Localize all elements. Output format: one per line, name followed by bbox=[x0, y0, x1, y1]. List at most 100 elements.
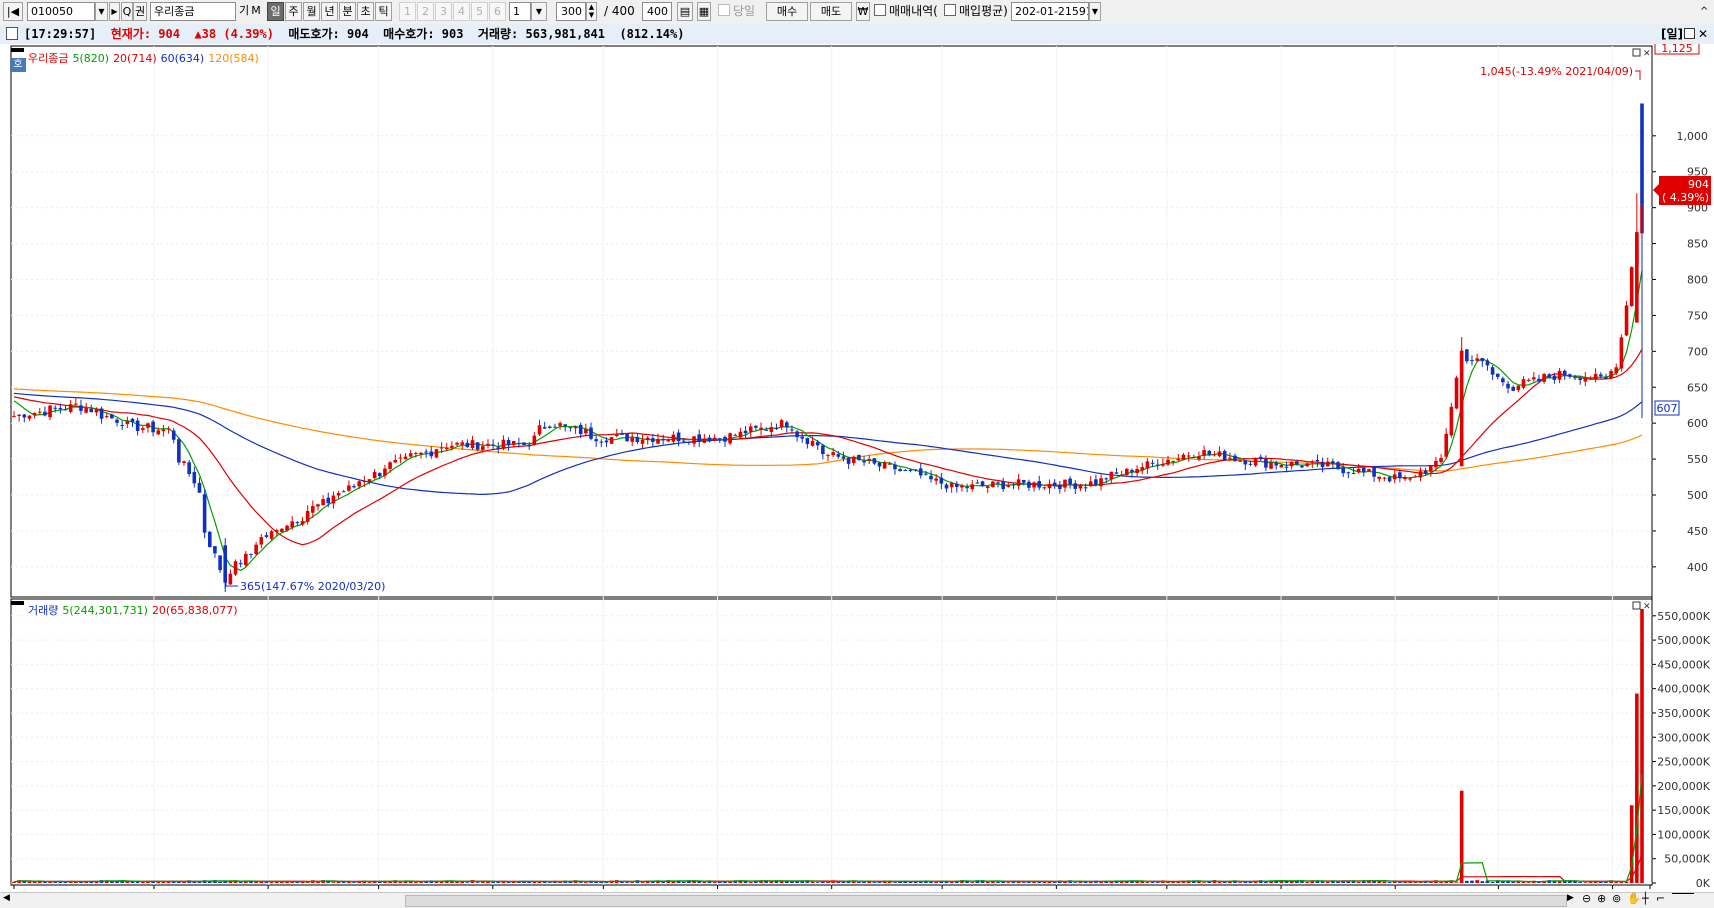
legend-item-0[interactable]: 우리종금 bbox=[28, 50, 68, 66]
m-button[interactable]: M bbox=[250, 2, 262, 21]
scroll-right-icon[interactable]: ▶ bbox=[1567, 893, 1574, 903]
close-icon[interactable]: ✕ bbox=[1698, 24, 1708, 44]
candle-body bbox=[779, 420, 784, 427]
next-arrow-icon[interactable]: ▶ bbox=[109, 2, 120, 21]
candle-body bbox=[202, 494, 207, 533]
scroll-thumb[interactable] bbox=[405, 895, 1567, 907]
legend-item-4[interactable]: 120(584) bbox=[208, 52, 259, 65]
candle-body bbox=[182, 461, 186, 463]
unit-select[interactable]: 1 bbox=[509, 2, 531, 21]
first-page-button[interactable]: |◀ bbox=[3, 2, 23, 21]
reset-zoom-icon[interactable]: ⊚ bbox=[1612, 892, 1621, 905]
preset-button-0[interactable]: 1 bbox=[399, 2, 416, 21]
volume-y-tick-label: 100,000K bbox=[1657, 828, 1710, 841]
volume-pane-close-icon[interactable]: ✕ bbox=[1643, 602, 1651, 612]
zoom-in-icon[interactable]: ⊕ bbox=[1597, 892, 1606, 905]
zoom-out-icon[interactable]: ⊖ bbox=[1582, 892, 1591, 905]
preset-button-4[interactable]: 5 bbox=[471, 2, 488, 21]
candle-body bbox=[640, 439, 645, 444]
candle-body bbox=[393, 459, 398, 463]
legend-item-1[interactable]: 5(244,301,731) bbox=[62, 604, 148, 617]
candle-body bbox=[1439, 457, 1443, 463]
preset-button-1[interactable]: 2 bbox=[417, 2, 434, 21]
candle-body bbox=[733, 434, 738, 436]
count-input[interactable]: 300 bbox=[556, 2, 586, 21]
toolbar-up-icon[interactable]: ^ bbox=[1700, 3, 1708, 20]
calendar-icon[interactable]: ▦ bbox=[697, 2, 711, 21]
candle-body bbox=[1140, 467, 1145, 471]
code-dropdown-icon[interactable]: ▼ bbox=[95, 2, 108, 21]
candle-body bbox=[1052, 482, 1057, 487]
volume-pct: (812.14%) bbox=[619, 27, 685, 41]
candle-body bbox=[1125, 468, 1129, 476]
preset-button-3[interactable]: 4 bbox=[453, 2, 470, 21]
legend-item-0[interactable]: 거래량 bbox=[28, 602, 58, 618]
period-tab-1[interactable]: 주 bbox=[285, 2, 302, 21]
period-tab-6[interactable]: 틱 bbox=[375, 2, 392, 21]
volume-bar bbox=[1490, 881, 1495, 883]
chart-settings-icon[interactable]: ▤ bbox=[677, 2, 693, 21]
volume-bar bbox=[1006, 882, 1011, 883]
today-checkbox[interactable]: 당일 bbox=[718, 3, 755, 20]
candle-body bbox=[1475, 358, 1479, 361]
candle-body bbox=[517, 443, 521, 445]
period-tab-3[interactable]: 년 bbox=[321, 2, 338, 21]
unit-dropdown-icon[interactable]: ▼ bbox=[531, 2, 547, 21]
buy-button[interactable]: 매수 bbox=[766, 2, 808, 21]
stock-name-field[interactable]: 우리종금 bbox=[150, 2, 236, 21]
legend-item-1[interactable]: 5(820) bbox=[72, 52, 109, 65]
candle-body bbox=[1006, 485, 1011, 487]
preset-button-5[interactable]: 6 bbox=[489, 2, 506, 21]
candle-body bbox=[326, 497, 331, 504]
price-pane-restore-icon[interactable] bbox=[1632, 48, 1641, 57]
legend-item-2[interactable]: 20(714) bbox=[113, 52, 157, 65]
volume-bar bbox=[1382, 881, 1387, 883]
y-tick-label: 800 bbox=[1687, 273, 1708, 286]
volume-pane-restore-icon[interactable] bbox=[1632, 601, 1641, 610]
avg-price-checkbox[interactable]: 매입평균) bbox=[944, 3, 1008, 20]
kwon-button[interactable]: 권 bbox=[133, 2, 147, 21]
candle-body bbox=[341, 491, 346, 493]
account-select[interactable]: 202-01-215915 bbox=[1011, 2, 1089, 21]
side-tab[interactable]: 호 bbox=[10, 58, 26, 72]
price-pane-handle-icon[interactable] bbox=[11, 48, 24, 52]
gi-button[interactable]: 기 bbox=[238, 2, 250, 21]
count-total-field[interactable]: 400 bbox=[642, 2, 672, 21]
trendline-icon[interactable]: ⌐ bbox=[1656, 892, 1665, 905]
pin-icon[interactable] bbox=[6, 27, 18, 40]
stock-chart[interactable]: 1,00095090085080075070065060055050045040… bbox=[0, 44, 1714, 892]
legend-item-3[interactable]: 60(634) bbox=[161, 52, 205, 65]
preset-button-2[interactable]: 3 bbox=[435, 2, 452, 21]
candle-body bbox=[553, 426, 557, 428]
candle-body bbox=[882, 462, 887, 469]
period-tab-4[interactable]: 분 bbox=[339, 2, 356, 21]
period-tab-2[interactable]: 월 bbox=[303, 2, 320, 21]
stock-code-input[interactable]: 010050 bbox=[27, 2, 95, 21]
y-tick-label: 600 bbox=[1687, 417, 1708, 430]
volume-pane-handle-icon[interactable] bbox=[11, 601, 24, 605]
price-pane-close-icon[interactable]: ✕ bbox=[1643, 49, 1651, 59]
candle-body bbox=[1619, 337, 1624, 369]
legend-item-2[interactable]: 20(65,838,077) bbox=[152, 604, 238, 617]
sell-button[interactable]: 매도 bbox=[810, 2, 852, 21]
candle-body bbox=[1078, 485, 1083, 489]
pan-hand-icon[interactable]: ✋ bbox=[1627, 892, 1641, 905]
search-button[interactable]: Q bbox=[121, 2, 133, 21]
scroll-left-icon[interactable]: ◀ bbox=[3, 893, 10, 903]
chart-scrollbar[interactable]: ◀ ▶ ⊖ ⊕ ⊚ ✋ ┼ ⌐ ⎺⎺ bbox=[0, 892, 1714, 908]
crosshair-icon[interactable]: ┼ bbox=[1642, 892, 1649, 905]
period-tab-5[interactable]: 초 bbox=[357, 2, 374, 21]
candle-body bbox=[1300, 465, 1304, 468]
candle-body bbox=[1403, 477, 1407, 480]
account-dropdown-icon[interactable]: ▼ bbox=[1089, 2, 1101, 21]
candle-body bbox=[311, 506, 315, 513]
maximize-icon[interactable] bbox=[1684, 28, 1695, 39]
draw-tool-icon[interactable]: ⎺⎺ bbox=[1672, 892, 1694, 906]
trade-history-checkbox[interactable]: 매매내역( bbox=[874, 3, 938, 20]
quote-time: [17:29:57] bbox=[24, 27, 97, 41]
count-spinner-icon[interactable]: ▲ ▼ bbox=[586, 2, 597, 21]
candle-body bbox=[496, 447, 501, 449]
volume-bar bbox=[491, 881, 495, 883]
period-tab-0[interactable]: 일 bbox=[267, 2, 284, 21]
won-icon[interactable]: ₩ bbox=[856, 2, 870, 21]
